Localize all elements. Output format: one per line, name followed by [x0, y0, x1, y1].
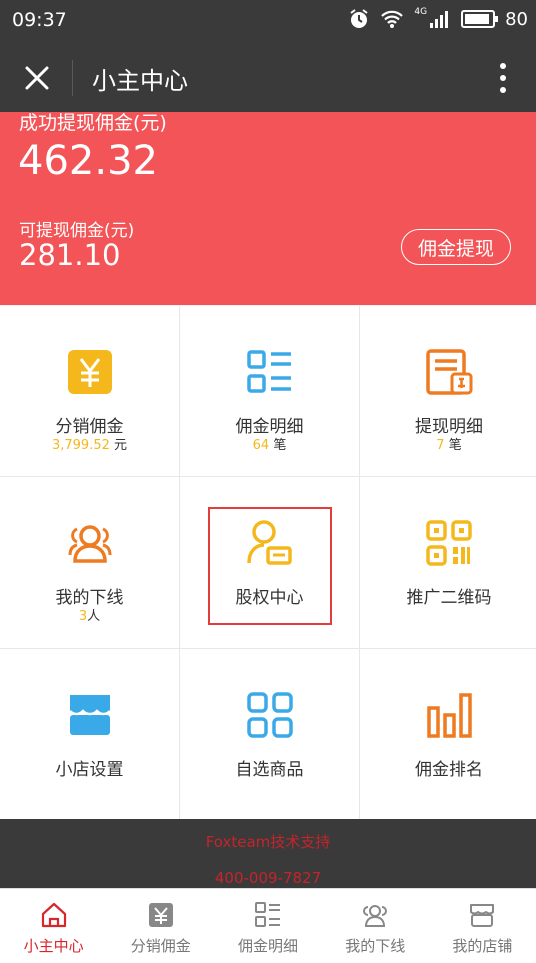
withdrawn-value: 462.32: [18, 138, 158, 184]
more-icon[interactable]: [498, 60, 508, 96]
grid-item-label: 自选商品: [235, 760, 304, 780]
list-icon: [246, 350, 291, 393]
tab-home[interactable]: 小主中心: [0, 889, 107, 963]
grid-icon: [246, 692, 293, 738]
support-text: Foxteam技术支持: [205, 833, 331, 851]
page-title: 小主中心: [92, 67, 188, 95]
feature-grid: 分销佣金 3,799.52 元 佣金明细 64 笔 提现明细 7 笔 我的下线 …: [0, 306, 536, 821]
grid-item-equity[interactable]: 股权中心: [180, 477, 359, 648]
grid-item-products[interactable]: 自选商品: [180, 649, 359, 821]
tab-my-store[interactable]: 我的店铺: [429, 889, 536, 963]
grid-item-withdraw-detail[interactable]: 提现明细 7 笔: [360, 306, 536, 476]
grid-item-count: 64 笔: [252, 438, 287, 453]
grid-item-ranking[interactable]: 佣金排名: [360, 649, 536, 821]
network-indicator: 4G: [414, 7, 428, 17]
wifi-icon: [381, 10, 404, 28]
yen-icon: [148, 903, 173, 927]
tab-commission-detail[interactable]: 佣金明细: [214, 889, 321, 963]
support-phone[interactable]: 400-009-7827: [0, 869, 536, 887]
home-icon: [41, 902, 66, 928]
bottom-tab-bar: 小主中心 分销佣金 佣金明细 我的下线 我的店铺: [0, 888, 536, 963]
title-divider: [72, 60, 73, 96]
support-footer: Foxteam技术支持 400-009-7827: [0, 819, 536, 888]
shop-icon: [68, 695, 111, 735]
grid-item-commission-detail[interactable]: 佣金明细 64 笔: [180, 306, 359, 476]
grid-item-commission[interactable]: 分销佣金 3,799.52 元: [0, 306, 179, 476]
available-value: 281.10: [19, 238, 121, 272]
tab-label: 佣金明细: [238, 937, 299, 955]
grid-item-shop-settings[interactable]: 小店设置: [0, 649, 179, 821]
withdrawn-label: 成功提现佣金(元): [19, 112, 167, 134]
tab-label: 我的店铺: [452, 937, 513, 955]
grid-item-qrcode[interactable]: 推广二维码: [360, 477, 536, 648]
grid-item-downline[interactable]: 我的下线 3人: [0, 477, 179, 648]
alarm-icon: [350, 9, 368, 28]
withdraw-record-icon: [426, 349, 473, 395]
grid-item-label: 小店设置: [55, 760, 124, 780]
grid-item-count: 3人: [78, 609, 101, 624]
signal-icon: [430, 11, 449, 28]
title-bar: 小主中心: [0, 44, 536, 112]
grid-item-label: 推广二维码: [406, 588, 492, 608]
withdraw-button[interactable]: 佣金提现: [401, 229, 511, 265]
store-icon: [470, 904, 495, 927]
close-icon[interactable]: [20, 61, 54, 95]
yen-icon: [67, 350, 112, 394]
commission-banner: 成功提现佣金(元) 462.32 可提现佣金(元) 281.10 佣金提现: [0, 112, 536, 305]
battery-icon: [461, 10, 499, 28]
qrcode-icon: [426, 520, 472, 566]
battery-level: 80: [505, 8, 528, 30]
tab-downline[interactable]: 我的下线: [322, 889, 429, 963]
users-icon: [68, 525, 111, 563]
status-time: 09:37: [12, 9, 67, 31]
grid-item-label: 佣金排名: [415, 760, 483, 780]
tab-label: 分销佣金: [130, 937, 191, 955]
users-icon: [363, 905, 388, 927]
status-icons: 4G 80: [348, 7, 528, 30]
status-bar: 09:37 4G 80: [0, 0, 536, 44]
grid-item-label: 股权中心: [235, 588, 304, 608]
grid-item-count: 7 笔: [436, 438, 462, 453]
tab-commission[interactable]: 分销佣金: [107, 889, 214, 963]
equity-user-icon: [246, 520, 292, 565]
tab-label: 我的下线: [345, 937, 406, 955]
grid-item-count: 3,799.52 元: [51, 438, 128, 453]
tab-label: 小主中心: [23, 937, 84, 955]
list-icon: [255, 902, 280, 927]
bar-chart-icon: [427, 693, 472, 738]
